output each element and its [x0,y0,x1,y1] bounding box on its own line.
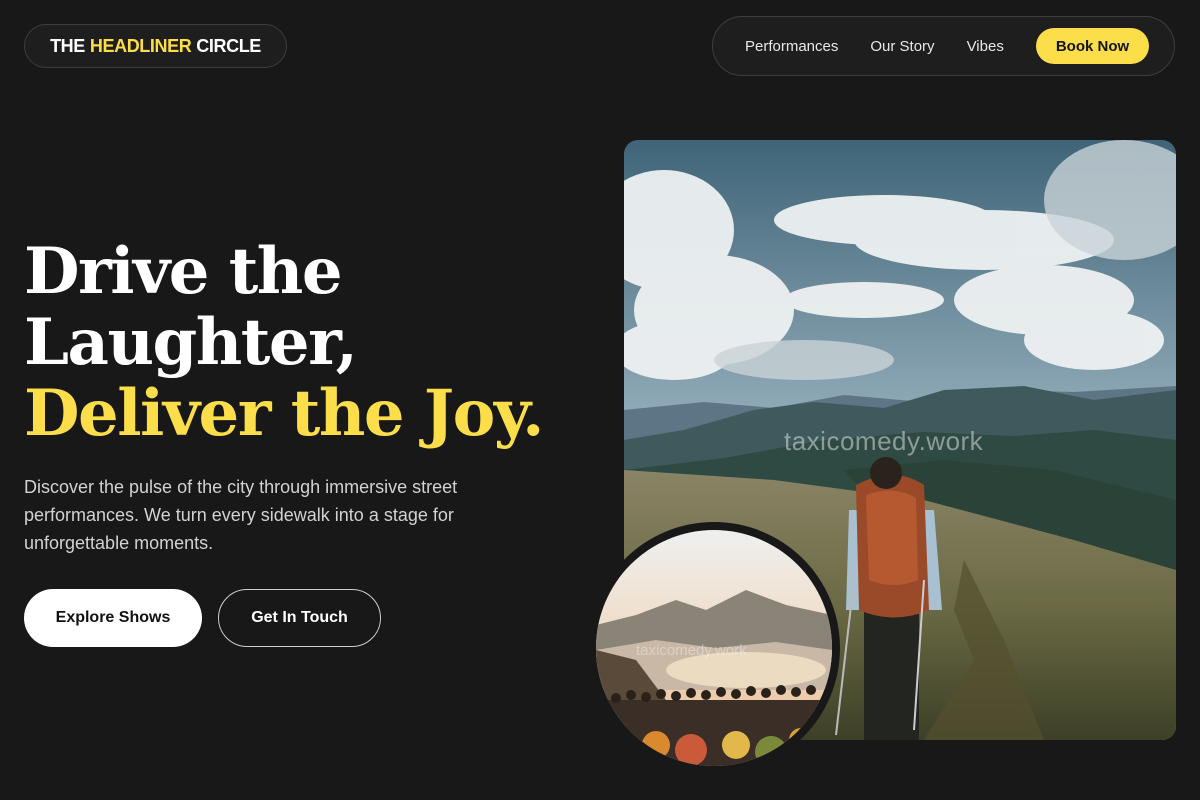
logo-text-the: THE [50,35,85,56]
main-nav: Performances Our Story Vibes Book Now [712,16,1175,76]
circle-image-frame: taxicomedy.work [588,522,840,774]
explore-shows-button[interactable]: Explore Shows [24,589,202,647]
get-in-touch-button[interactable]: Get In Touch [218,589,381,647]
headline-line-1: Drive the [24,234,343,309]
hero-image-watermark: taxicomedy.work [784,426,984,456]
headline-line-3: Deliver the Joy. [24,376,544,451]
hero-headline: Drive the Laughter, Deliver the Joy. [24,234,544,451]
logo-text-circle: CIRCLE [196,35,261,56]
circle-image-crowd: taxicomedy.work [596,530,832,766]
nav-link-performances[interactable]: Performances [745,38,838,55]
headline-line-2: Laughter, [24,305,358,380]
circle-image-watermark: taxicomedy.work [636,642,747,659]
nav-link-vibes[interactable]: Vibes [967,38,1004,55]
nav-link-our-story[interactable]: Our Story [870,38,934,55]
hero-description: Discover the pulse of the city through i… [24,477,458,553]
logo[interactable]: THE HEADLINER CIRCLE [24,24,287,68]
book-now-button[interactable]: Book Now [1035,28,1150,64]
page: THE HEADLINER CIRCLE Performances Our Stor… [0,0,1200,800]
logo-text-headliner: HEADLINER [89,35,192,56]
